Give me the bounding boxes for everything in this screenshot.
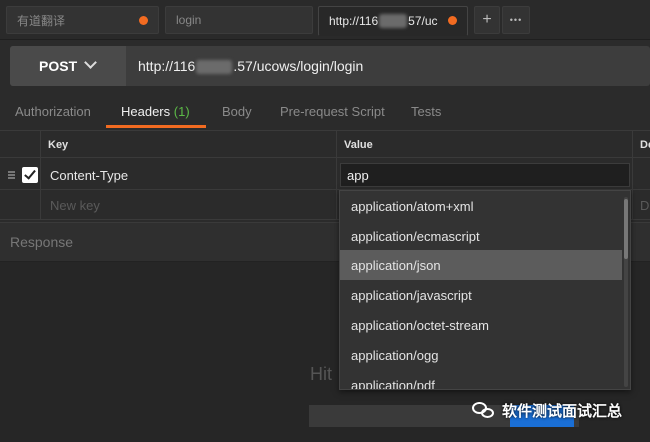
watermark: 软件测试面试汇总 [472,400,622,421]
headers-table-header: Key Value De [0,130,650,158]
tab-label: login [176,13,202,27]
plus-icon: + [482,11,492,28]
url-prefix: http://116 [138,58,196,74]
autocomplete-option[interactable]: application/ogg [340,340,622,370]
unsaved-dot-icon [448,16,457,25]
new-key-input[interactable]: New key [50,198,100,213]
tab-label: http://116 57/uc [329,13,438,29]
tab-strip: 有道翻译 login http://116 57/uc + ••• [0,0,650,40]
column-description: De [640,139,650,151]
url-input[interactable]: http://116 .57/ucows/login/login [138,58,364,75]
header-value-input[interactable]: app [340,163,630,187]
header-key[interactable]: Content-Type [50,168,128,183]
request-bar: POST http://116 .57/ucows/login/login [10,46,650,86]
tab-options-button[interactable]: ••• [502,6,530,34]
new-tab-button[interactable]: + [474,6,500,34]
response-label: Response [10,234,74,250]
method-select[interactable]: POST [10,46,126,86]
autocomplete-option[interactable]: application/javascript [340,280,622,310]
new-description-input[interactable]: D [640,198,649,213]
tab-body[interactable]: Body [222,104,252,119]
unsaved-dot-icon [139,16,148,25]
dropdown-scroll-thumb[interactable] [624,199,628,259]
redacted-blur [196,60,233,75]
active-tab-indicator [106,125,206,128]
tab-pre-request-script[interactable]: Pre-request Script [280,104,385,119]
response-hint: Hit [310,364,332,384]
header-enabled-checkbox[interactable] [22,167,38,183]
autocomplete-option[interactable]: application/ecmascript [340,221,622,251]
tab-label: 有道翻译 [17,13,66,28]
tab-headers[interactable]: Headers (1) [121,104,190,119]
autocomplete-option[interactable]: application/atom+xml [340,191,622,221]
autocomplete-option[interactable]: application/pdf [340,370,622,389]
chevron-down-icon [84,56,97,69]
autocomplete-option[interactable]: application/octet-stream [340,310,622,340]
request-tab-2[interactable]: login [165,6,313,34]
autocomplete-option-highlighted[interactable]: application/json [340,250,622,280]
method-label: POST [39,58,78,74]
request-tab-3[interactable]: http://116 57/uc [318,6,468,36]
column-value: Value [344,139,373,151]
url-suffix: .57/ucows/login/login [233,58,364,74]
tab-authorization[interactable]: Authorization [15,104,91,119]
headers-count: (1) [173,104,190,119]
redacted-blur [379,14,408,29]
more-icon: ••• [509,15,523,25]
column-key: Key [48,139,69,151]
request-subtabs: Authorization Headers (1) Body Pre-reque… [0,94,650,128]
autocomplete-dropdown: application/atom+xml application/ecmascr… [339,190,631,390]
tab-tests[interactable]: Tests [411,104,441,119]
drag-handle-icon[interactable] [8,171,15,179]
wechat-logo-icon [472,401,496,420]
request-tab-1[interactable]: 有道翻译 [6,6,159,34]
watermark-text: 软件测试面试汇总 [502,403,623,420]
